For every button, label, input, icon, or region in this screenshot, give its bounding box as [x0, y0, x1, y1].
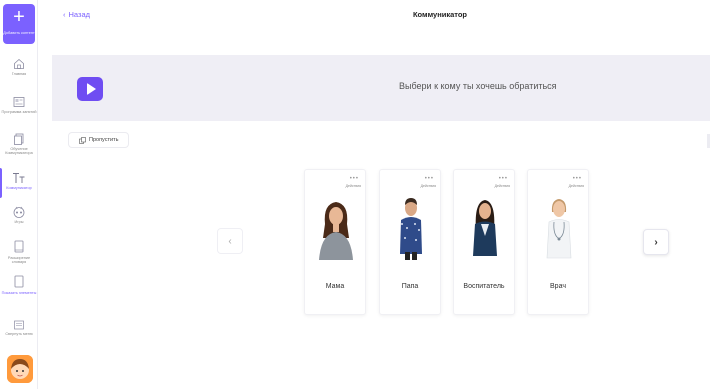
training-icon	[14, 133, 24, 145]
add-content-label: Добавить контент	[3, 31, 35, 35]
person-card-mom[interactable]: ••• Действия Мама	[304, 169, 366, 315]
play-icon[interactable]	[77, 77, 103, 101]
skip-icon	[79, 136, 86, 144]
sidebar-item-games[interactable]: Игры	[0, 206, 38, 224]
card-actions-label[interactable]: Действия	[495, 184, 510, 188]
avatar[interactable]	[7, 355, 33, 383]
mom-photo	[319, 202, 353, 260]
sidebar-item-communicator[interactable]: Коммуникатор	[0, 167, 38, 199]
card-name: Папа	[401, 283, 419, 290]
prompt-banner: Выбери к кому ты хочешь обратиться	[52, 55, 710, 121]
app-root: + Добавить контент Главная Программа зан…	[0, 0, 710, 389]
sidebar-item-label: Обучение Коммуникатора	[5, 147, 33, 156]
card-name: Воспитатель	[463, 283, 505, 290]
skip-button[interactable]: Пропустить	[68, 132, 130, 148]
collapse-icon	[14, 320, 24, 330]
child-avatar-icon	[7, 355, 33, 383]
program-icon	[13, 97, 25, 107]
dad-photo	[400, 198, 422, 260]
sidebar-item-label: Программа занятий	[1, 110, 37, 114]
sidebar-item-collapse[interactable]: Свернуть меню	[0, 320, 38, 336]
games-icon	[13, 206, 25, 218]
page-title: Коммуникатор	[412, 10, 468, 19]
vocabulary-icon	[14, 240, 24, 253]
text-icon	[13, 173, 25, 183]
more-options-icon[interactable]: •••	[350, 176, 359, 182]
teacher-photo	[473, 200, 497, 256]
card-actions-label[interactable]: Действия	[421, 184, 436, 188]
more-options-icon[interactable]: •••	[573, 176, 582, 182]
card-name: Врач	[550, 283, 566, 290]
chevron-right-icon: ›	[654, 236, 658, 248]
sidebar: + Добавить контент Главная Программа зан…	[0, 0, 38, 389]
sidebar-item-label: Расширение словаря	[7, 256, 31, 265]
sidebar-item-program[interactable]: Программа занятий	[0, 96, 38, 114]
sidebar-item-label: Главная	[11, 72, 27, 76]
card-actions-label[interactable]: Действия	[346, 184, 361, 188]
person-card-doctor[interactable]: ••• Действия Врач	[527, 169, 589, 315]
carousel-next-button[interactable]: ›	[643, 229, 669, 255]
person-card-teacher[interactable]: ••• Действия Воспитатель	[453, 169, 515, 315]
sidebar-item-home[interactable]: Главная	[0, 58, 38, 76]
doctor-photo	[546, 199, 572, 259]
sidebar-item-label: Свернуть меню	[5, 332, 33, 336]
carousel-prev-button[interactable]: ‹	[217, 228, 243, 254]
sidebar-item-label: Игры	[14, 220, 24, 224]
person-card-dad[interactable]: ••• Действия Папа	[379, 169, 441, 315]
sidebar-item-label: Коммуникатор	[6, 186, 32, 190]
sidebar-item-vocabulary[interactable]: Расширение словаря	[0, 240, 38, 265]
sidebar-item-label: Показать элементы	[1, 291, 37, 295]
home-icon	[14, 58, 24, 69]
card-name: Мама	[325, 283, 345, 290]
sidebar-item-training[interactable]: Обучение Коммуникатора	[0, 133, 38, 156]
card-actions-label[interactable]: Действия	[569, 184, 584, 188]
sidebar-item-elements[interactable]: Показать элементы	[0, 275, 38, 295]
prompt-text: Выбери к кому ты хочешь обратиться	[399, 81, 557, 91]
elements-icon	[14, 275, 24, 288]
more-options-icon[interactable]: •••	[425, 176, 434, 182]
more-options-icon[interactable]: •••	[499, 176, 508, 182]
skip-label: Пропустить	[89, 137, 119, 143]
chevron-left-icon: ‹	[228, 235, 232, 247]
